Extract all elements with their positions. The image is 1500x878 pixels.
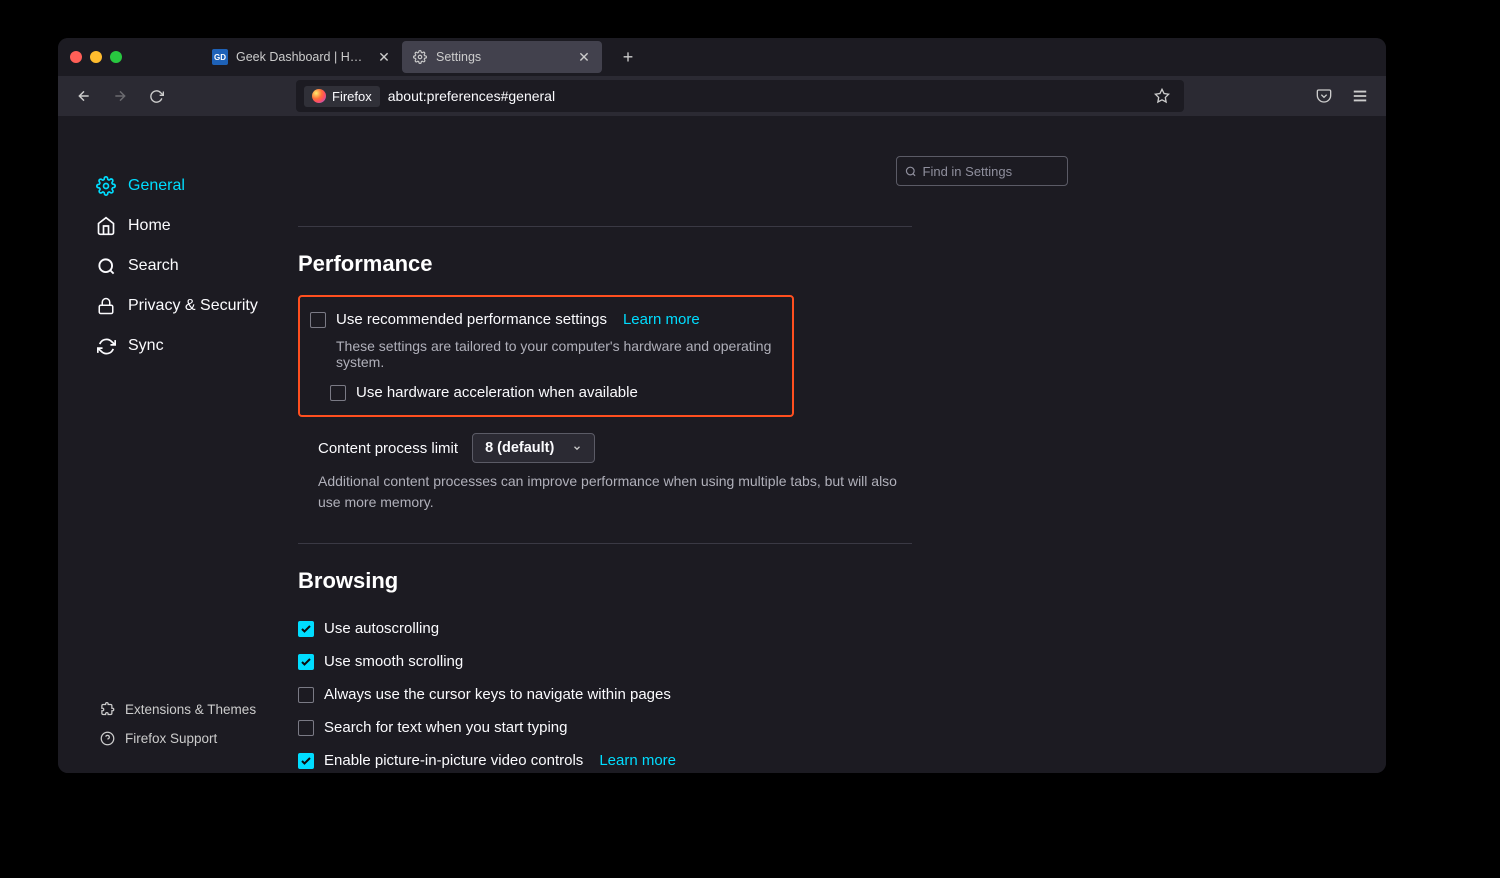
process-limit-select[interactable]: 8 (default) [472, 433, 595, 463]
new-tab-button[interactable]: + [614, 43, 642, 71]
close-window-button[interactable] [70, 51, 82, 63]
help-icon [100, 731, 115, 746]
sidebar-item-label: Search [128, 257, 179, 275]
url-text: about:preferences#general [388, 88, 555, 104]
sidebar-item-label: Sync [128, 337, 164, 355]
browsing-option-label: Search for text when you start typing [324, 719, 567, 736]
sidebar-item-general[interactable]: General [88, 166, 298, 206]
sidebar-item-home[interactable]: Home [88, 206, 298, 246]
section-divider [298, 543, 912, 544]
process-limit-label: Content process limit [318, 440, 458, 457]
app-menu-button[interactable] [1344, 80, 1376, 112]
hardware-accel-checkbox[interactable] [330, 385, 346, 401]
settings-search-box[interactable] [896, 156, 1068, 186]
browsing-options-list: Use autoscrolling Use smooth scrolling Alw… [298, 612, 912, 773]
process-limit-note: Additional content processes can improve… [318, 471, 898, 513]
firefox-badge: Firefox [304, 86, 380, 107]
browsing-checkbox[interactable] [298, 654, 314, 670]
browsing-option-label: Enable picture-in-picture video controls [324, 752, 583, 769]
recommended-settings-checkbox[interactable] [310, 312, 326, 328]
url-bar[interactable]: Firefox about:preferences#general [296, 80, 1184, 112]
process-limit-value: 8 (default) [485, 440, 554, 456]
settings-main: Performance Use recommended performance … [298, 116, 1386, 773]
browsing-checkbox[interactable] [298, 720, 314, 736]
browsing-option-row: Use smooth scrolling [298, 645, 912, 678]
search-icon [905, 165, 917, 178]
browsing-heading: Browsing [298, 568, 912, 594]
traffic-lights [70, 51, 122, 63]
home-icon [96, 216, 116, 236]
settings-search-input[interactable] [923, 164, 1059, 179]
browser-window: GD Geek Dashboard | How-To's, Sm ✕ Setti… [58, 38, 1386, 773]
settings-content: General Home Search Privacy & Security [58, 116, 1386, 773]
lock-icon [96, 296, 116, 316]
learn-more-link[interactable]: Learn more [623, 311, 700, 328]
reload-button[interactable] [140, 80, 172, 112]
highlight-annotation: Use recommended performance settings Lea… [298, 295, 794, 417]
back-button[interactable] [68, 80, 100, 112]
browsing-option-row: Always use the cursor keys to navigate w… [298, 678, 912, 711]
settings-sidebar: General Home Search Privacy & Security [58, 116, 298, 773]
firefox-badge-label: Firefox [332, 89, 372, 104]
forward-button[interactable] [104, 80, 136, 112]
section-divider [298, 226, 912, 227]
browsing-checkbox[interactable] [298, 753, 314, 769]
browsing-option-label: Use autoscrolling [324, 620, 439, 637]
sidebar-item-label: Privacy & Security [128, 297, 258, 315]
browsing-option-label: Use smooth scrolling [324, 653, 463, 670]
settings-favicon [412, 49, 428, 65]
sidebar-bottom-label: Extensions & Themes [125, 702, 256, 717]
close-tab-icon[interactable]: ✕ [576, 49, 592, 66]
chevron-down-icon [572, 443, 582, 453]
tab-label: Settings [436, 50, 568, 64]
hardware-accel-label: Use hardware acceleration when available [356, 384, 638, 401]
geek-dashboard-favicon: GD [212, 49, 228, 65]
firefox-icon [312, 89, 326, 103]
recommended-settings-subtext: These settings are tailored to your comp… [336, 338, 782, 370]
settidebar-bottom-label: Firefox Support [125, 731, 217, 746]
learn-more-link[interactable]: Learn more [599, 752, 676, 769]
browsing-option-label: Always use the cursor keys to navigate w… [324, 686, 671, 703]
browsing-option-row: Use autoscrolling [298, 612, 912, 645]
sidebar-item-sync[interactable]: Sync [88, 326, 298, 366]
recommended-settings-label: Use recommended performance settings [336, 311, 607, 328]
minimize-window-button[interactable] [90, 51, 102, 63]
browsing-option-row: Enable picture-in-picture video controls… [298, 744, 912, 773]
search-icon [96, 256, 116, 276]
titlebar: GD Geek Dashboard | How-To's, Sm ✕ Setti… [58, 38, 1386, 76]
browsing-option-row: Search for text when you start typing [298, 711, 912, 744]
close-tab-icon[interactable]: ✕ [376, 49, 392, 66]
maximize-window-button[interactable] [110, 51, 122, 63]
tab-strip: GD Geek Dashboard | How-To's, Sm ✕ Setti… [202, 38, 642, 76]
sidebar-item-search[interactable]: Search [88, 246, 298, 286]
puzzle-icon [100, 702, 115, 717]
tab-settings[interactable]: Settings ✕ [402, 41, 602, 73]
nav-toolbar: Firefox about:preferences#general [58, 76, 1386, 116]
bookmark-star-icon[interactable] [1148, 82, 1176, 110]
browsing-checkbox[interactable] [298, 621, 314, 637]
sidebar-extensions-link[interactable]: Extensions & Themes [92, 695, 298, 724]
sidebar-item-label: Home [128, 217, 171, 235]
pocket-button[interactable] [1308, 80, 1340, 112]
sidebar-item-privacy[interactable]: Privacy & Security [88, 286, 298, 326]
gear-icon [96, 176, 116, 196]
tab-geek-dashboard[interactable]: GD Geek Dashboard | How-To's, Sm ✕ [202, 41, 402, 73]
tab-label: Geek Dashboard | How-To's, Sm [236, 50, 368, 64]
sync-icon [96, 336, 116, 356]
browsing-checkbox[interactable] [298, 687, 314, 703]
sidebar-item-label: General [128, 177, 185, 195]
performance-heading: Performance [298, 251, 912, 277]
sidebar-support-link[interactable]: Firefox Support [92, 724, 298, 753]
